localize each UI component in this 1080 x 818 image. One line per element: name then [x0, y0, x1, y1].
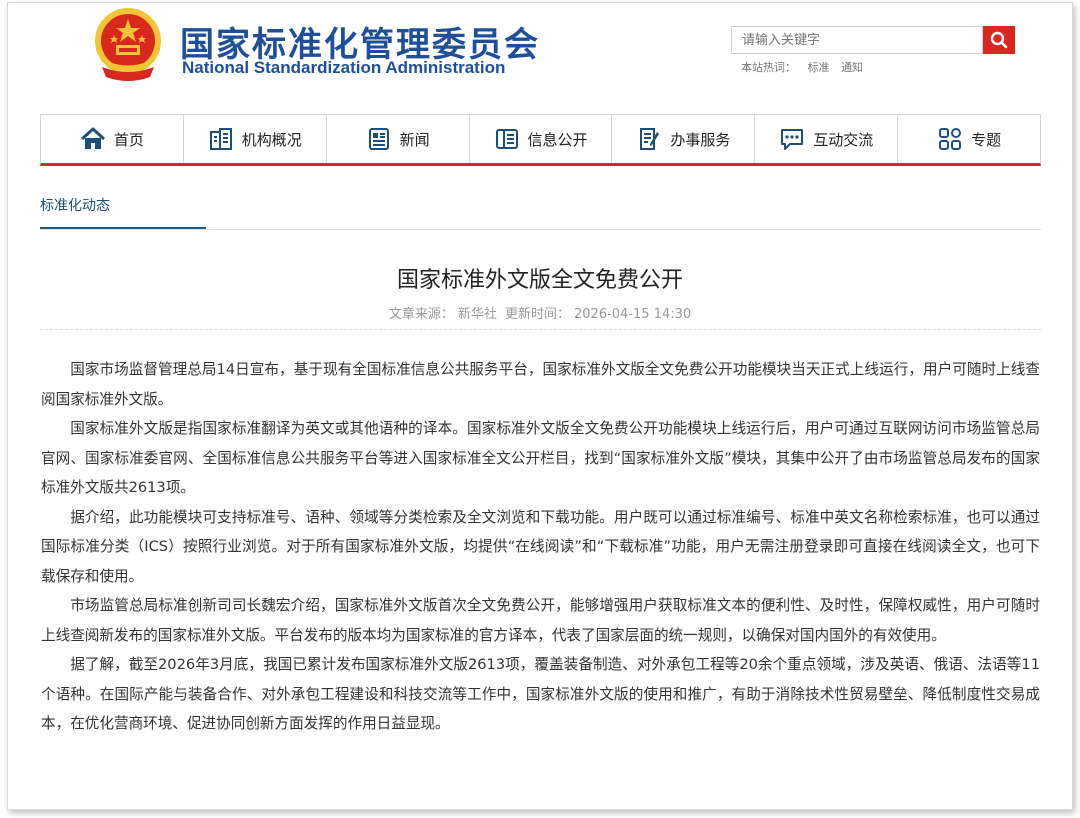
article-body: 国家市场监督管理总局14日宣布，基于现有全国标准信息公共服务平台，国家标准外文版… [41, 355, 1040, 739]
national-emblem-icon [95, 8, 161, 81]
article-meta: 文章来源： 新华社 更新时间： 2026-04-15 14:30 [8, 303, 1072, 322]
paragraph: 国家标准外文版是指国家标准翻译为英文或其他语种的译本。国家标准外文版全文免费公开… [41, 420, 1040, 496]
paragraph: 据介绍，此功能模块可支持标准号、语种、领域等分类检索及全文浏览和下载功能。用户既… [41, 508, 1040, 585]
info-icon [495, 129, 518, 149]
page-frame: 国家标准化管理委员会 National Standardization Admi… [7, 2, 1073, 810]
nav-label: 新闻 [399, 130, 430, 149]
nav-label: 办事服务 [670, 130, 731, 149]
source-label: 文章来源： [388, 307, 454, 322]
site-header: 国家标准化管理委员会 National Standardization Admi… [8, 3, 1072, 113]
nav-label: 专题 [971, 130, 1002, 149]
article-title: 国家标准外文版全文免费公开 [396, 268, 683, 293]
service-icon [640, 128, 660, 150]
nav-item-topics[interactable]: 专题 [898, 115, 1040, 163]
news-icon [368, 128, 389, 150]
paragraph: 市场监管总局标准创新司司长魏宏介绍，国家标准外文版首次全文免费公开，能够增强用户… [41, 597, 1040, 644]
chat-icon [781, 129, 804, 150]
building-icon [209, 128, 232, 150]
search-input[interactable] [731, 26, 983, 54]
paragraph: 国家市场监督管理总局14日宣布，基于现有全国标准信息公共服务平台，国家标准外文版… [41, 361, 1040, 408]
hot-word-link[interactable]: 通知 [841, 61, 863, 74]
source-value: 新华社 [457, 307, 497, 322]
nav-item-interact[interactable]: 互动交流 [755, 115, 899, 163]
updated-value: 2026-04-15 14:30 [574, 307, 692, 322]
nav-label: 机构概况 [241, 130, 302, 149]
nav-label: 信息公开 [527, 130, 588, 149]
nav-item-info[interactable]: 信息公开 [470, 115, 613, 163]
home-icon [80, 127, 105, 149]
hot-words-label: 本站热词： [741, 61, 796, 74]
grid-icon [939, 128, 962, 150]
nav-item-service[interactable]: 办事服务 [612, 115, 756, 163]
hot-word-link[interactable]: 标准 [808, 61, 830, 74]
updated-label: 更新时间： [505, 307, 571, 322]
nav-label: 互动交流 [813, 130, 874, 149]
breadcrumb-bar: 标准化动态 [40, 186, 1041, 230]
nav-item-news[interactable]: 新闻 [327, 115, 470, 163]
site-title-en: National Standardization Administration [182, 58, 506, 77]
paragraph: 据了解，截至2026年3月底，我国已累计发布国家标准外文版2613项，覆盖装备制… [41, 656, 1040, 732]
main-nav: 首页 机构概况 新闻 信息公开 办事服务 互动交流 专题 [40, 114, 1041, 166]
divider [40, 329, 1041, 330]
nav-item-about[interactable]: 机构概况 [184, 115, 327, 163]
nav-item-home[interactable]: 首页 [41, 115, 184, 163]
search-icon [990, 31, 1008, 49]
search-button[interactable] [983, 26, 1015, 54]
nav-label: 首页 [113, 130, 144, 149]
hot-words: 本站热词： 标准 通知 [741, 59, 871, 75]
breadcrumb[interactable]: 标准化动态 [40, 186, 206, 229]
